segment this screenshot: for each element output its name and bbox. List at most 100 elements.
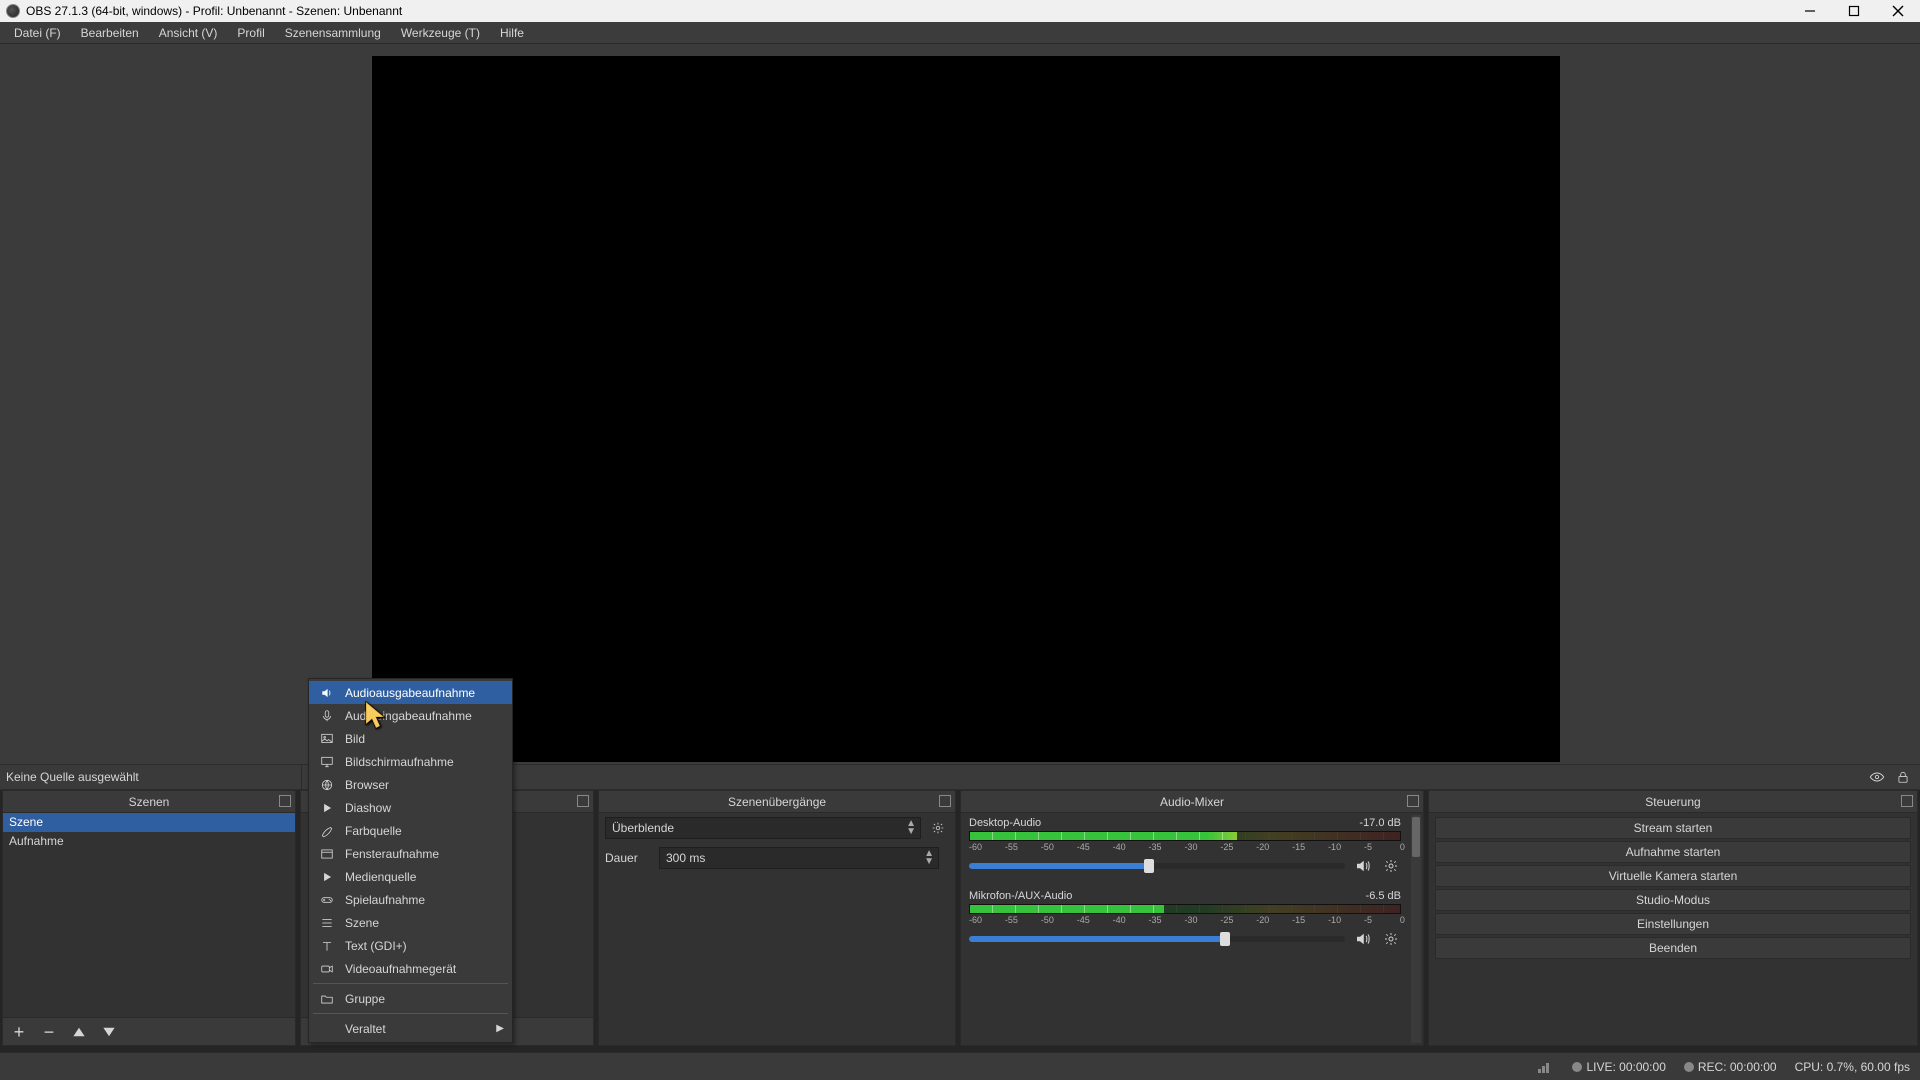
channel-settings-gear-icon[interactable] xyxy=(1381,929,1401,949)
dock-transitions-title: Szenenübergänge xyxy=(728,795,826,809)
cm-label: Farbquelle xyxy=(345,824,402,838)
source-type-audio-input[interactable]: Audioeingabeaufnahme xyxy=(309,704,512,727)
source-type-image[interactable]: Bild xyxy=(309,727,512,750)
cm-label: Gruppe xyxy=(345,992,385,1006)
dock-popout-icon[interactable] xyxy=(279,795,291,807)
volume-slider[interactable] xyxy=(969,863,1345,869)
scene-item[interactable]: Szene xyxy=(3,813,295,832)
mixer-channel-name: Desktop-Audio xyxy=(969,817,1041,829)
mixer-channel-level: -6.5 dB xyxy=(1366,890,1401,902)
dock-controls: Steuerung Stream starten Aufnahme starte… xyxy=(1428,790,1918,1046)
dock-controls-title: Steuerung xyxy=(1645,795,1700,809)
dock-transitions: Szenenübergänge Überblende ▲▼ Dauer 300 … xyxy=(598,790,956,1046)
minimize-button[interactable] xyxy=(1788,0,1832,22)
exit-button[interactable]: Beenden xyxy=(1435,937,1911,959)
maximize-button[interactable] xyxy=(1832,0,1876,22)
channel-settings-gear-icon[interactable] xyxy=(1381,856,1401,876)
dock-popout-icon[interactable] xyxy=(939,795,951,807)
mute-speaker-icon[interactable] xyxy=(1353,856,1373,876)
window-controls xyxy=(1788,0,1920,22)
vu-meter xyxy=(969,904,1401,914)
mixer-scrollbar[interactable] xyxy=(1411,815,1421,1043)
scene-move-up-button[interactable] xyxy=(69,1022,89,1042)
docks-row: Szenen Szene Aufnahme + − Quellen + xyxy=(0,790,1920,1046)
cm-label: Medienquelle xyxy=(345,870,416,884)
window-titlebar: OBS 27.1.3 (64-bit, windows) - Profil: U… xyxy=(0,0,1920,22)
menu-view[interactable]: Ansicht (V) xyxy=(149,22,228,43)
cm-label: Veraltet xyxy=(345,1022,386,1036)
transition-settings-gear-icon[interactable] xyxy=(927,817,949,839)
preview-area[interactable] xyxy=(0,44,1920,764)
scene-item[interactable]: Aufnahme xyxy=(3,832,295,851)
obs-app-icon xyxy=(6,4,20,18)
menu-separator xyxy=(313,1013,508,1014)
status-network-icon xyxy=(1538,1061,1554,1073)
menu-edit[interactable]: Bearbeiten xyxy=(71,22,149,43)
dock-popout-icon[interactable] xyxy=(1901,795,1913,807)
dock-mixer-header[interactable]: Audio-Mixer xyxy=(961,791,1423,813)
transition-duration-input[interactable]: 300 ms ▲▼ xyxy=(659,847,939,869)
cm-label: Fensteraufnahme xyxy=(345,847,439,861)
close-button[interactable] xyxy=(1876,0,1920,22)
add-source-context-menu: Audioausgabeaufnahme Audioeingabeaufnahm… xyxy=(308,678,513,1043)
menu-file[interactable]: Datei (F) xyxy=(4,22,71,43)
source-type-color[interactable]: Farbquelle xyxy=(309,819,512,842)
chevron-right-icon: ▶ xyxy=(496,1023,504,1034)
source-type-scene[interactable]: Szene xyxy=(309,911,512,934)
window-icon xyxy=(319,846,335,862)
source-type-video-capture[interactable]: Videoaufnahmegerät xyxy=(309,957,512,980)
scene-move-down-button[interactable] xyxy=(99,1022,119,1042)
source-type-game-capture[interactable]: Spielaufnahme xyxy=(309,888,512,911)
source-type-browser[interactable]: Browser xyxy=(309,773,512,796)
source-type-window-capture[interactable]: Fensteraufnahme xyxy=(309,842,512,865)
scene-add-button[interactable]: + xyxy=(9,1022,29,1042)
start-virtual-camera-button[interactable]: Virtuelle Kamera starten xyxy=(1435,865,1911,887)
source-type-display-capture[interactable]: Bildschirmaufnahme xyxy=(309,750,512,773)
source-group[interactable]: Gruppe xyxy=(309,987,512,1010)
volume-slider[interactable] xyxy=(969,936,1345,942)
transition-duration-value: 300 ms xyxy=(666,851,705,865)
gamepad-icon xyxy=(319,892,335,908)
scene-remove-button[interactable]: − xyxy=(39,1022,59,1042)
scenes-list[interactable]: Szene Aufnahme xyxy=(3,813,295,1017)
microphone-icon xyxy=(319,708,335,724)
source-type-slideshow[interactable]: Diashow xyxy=(309,796,512,819)
source-visibility-eye-icon[interactable] xyxy=(1866,766,1888,788)
folder-icon xyxy=(319,991,335,1007)
mixer-body: Desktop-Audio -17.0 dB -60-55-50-45-40-3… xyxy=(961,813,1423,1045)
dock-controls-header[interactable]: Steuerung xyxy=(1429,791,1917,813)
source-type-audio-output[interactable]: Audioausgabeaufnahme xyxy=(309,681,512,704)
status-bar: LIVE: 00:00:00 REC: 00:00:00 CPU: 0.7%, … xyxy=(0,1052,1920,1080)
menu-help[interactable]: Hilfe xyxy=(490,22,534,43)
source-lock-icon[interactable] xyxy=(1892,766,1914,788)
dock-transitions-header[interactable]: Szenenübergänge xyxy=(599,791,955,813)
live-dot-icon xyxy=(1572,1062,1582,1072)
start-recording-button[interactable]: Aufnahme starten xyxy=(1435,841,1911,863)
window-title: OBS 27.1.3 (64-bit, windows) - Profil: U… xyxy=(26,4,402,18)
source-deprecated-submenu[interactable]: Veraltet ▶ xyxy=(309,1017,512,1040)
dock-popout-icon[interactable] xyxy=(577,795,589,807)
status-cpu: CPU: 0.7%, 60.00 fps xyxy=(1795,1060,1910,1074)
preview-canvas[interactable] xyxy=(372,56,1560,762)
list-icon xyxy=(319,915,335,931)
source-type-media[interactable]: Medienquelle xyxy=(309,865,512,888)
dock-scenes-title: Szenen xyxy=(129,795,170,809)
menu-scene-collection[interactable]: Szenensammlung xyxy=(275,22,391,43)
rec-dot-icon xyxy=(1684,1062,1694,1072)
dock-popout-icon[interactable] xyxy=(1407,795,1419,807)
vu-scale: -60-55-50-45-40-35-30-25-20-15-10-50 xyxy=(969,915,1401,925)
start-stream-button[interactable]: Stream starten xyxy=(1435,817,1911,839)
dock-mixer-title: Audio-Mixer xyxy=(1160,795,1224,809)
studio-mode-button[interactable]: Studio-Modus xyxy=(1435,889,1911,911)
mute-speaker-icon[interactable] xyxy=(1353,929,1373,949)
source-type-text[interactable]: Text (GDI+) xyxy=(309,934,512,957)
settings-button[interactable]: Einstellungen xyxy=(1435,913,1911,935)
menu-tools[interactable]: Werkzeuge (T) xyxy=(391,22,490,43)
dock-scenes-header[interactable]: Szenen xyxy=(3,791,295,813)
blank-icon xyxy=(319,1021,335,1037)
menu-profile[interactable]: Profil xyxy=(227,22,274,43)
brush-icon xyxy=(319,823,335,839)
chevron-updown-icon: ▲▼ xyxy=(924,850,934,866)
transition-select[interactable]: Überblende ▲▼ xyxy=(605,817,921,839)
status-live: LIVE: 00:00:00 xyxy=(1586,1060,1665,1074)
